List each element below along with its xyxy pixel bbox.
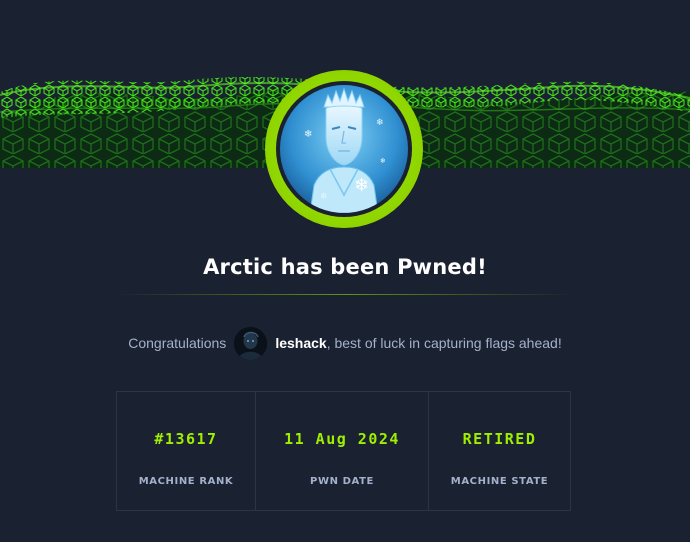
user-avatar[interactable] [234,326,268,360]
stat-machine-rank: #13617 MACHINE RANK [117,392,256,510]
svg-text:❄: ❄ [320,192,328,202]
ice-king-icon: ❄ ❄ ❄ ❄ ❄ [280,85,408,213]
svg-text:❄: ❄ [376,118,384,128]
machine-avatar-frame: ❄ ❄ ❄ ❄ ❄ [276,81,412,217]
svg-text:❄: ❄ [380,157,386,165]
congrats-prefix: Congratulations [128,335,227,351]
user-avatar-icon [234,326,268,360]
machine-state-value: RETIRED [462,430,537,448]
svg-text:❄: ❄ [354,175,369,196]
stats-panel: #13617 MACHINE RANK 11 Aug 2024 PWN DATE… [116,391,571,511]
username-link[interactable]: leshack [275,335,326,351]
stat-machine-state: RETIRED MACHINE STATE [429,392,570,510]
pwn-date-value: 11 Aug 2024 [284,430,400,448]
svg-text:❄: ❄ [304,129,312,140]
machine-state-label: MACHINE STATE [450,476,549,487]
congrats-suffix: , best of luck in capturing flags ahead! [326,335,562,351]
page-title: Arctic has been Pwned! [203,255,487,279]
machine-avatar-ring: ❄ ❄ ❄ ❄ ❄ [265,70,423,228]
machine-rank-label: MACHINE RANK [138,476,234,487]
congratulations-line: Congratulations leshack , best of luck i… [0,326,690,360]
machine-rank-value: #13617 [154,430,218,448]
stat-pwn-date: 11 Aug 2024 PWN DATE [256,392,429,510]
title-divider [115,294,575,295]
pwn-date-label: PWN DATE [310,476,374,487]
ice-king-avatar: ❄ ❄ ❄ ❄ ❄ [280,85,408,213]
